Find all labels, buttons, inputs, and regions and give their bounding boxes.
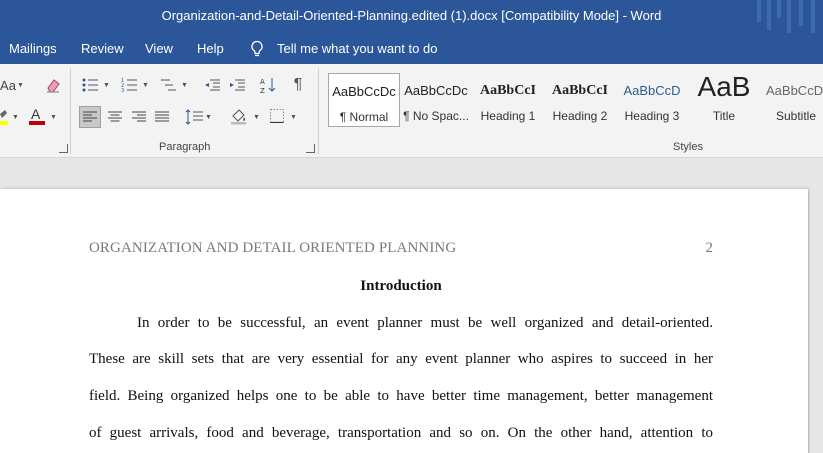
font-color-dropdown-icon[interactable]: ▼ xyxy=(50,114,57,121)
line-spacing-icon[interactable] xyxy=(184,107,204,127)
style-heading-2[interactable]: AaBbCcI Heading 2 xyxy=(544,73,616,127)
tab-review[interactable]: Review xyxy=(81,41,124,56)
increase-indent-icon[interactable] xyxy=(228,76,246,94)
font-color-icon[interactable]: A xyxy=(28,106,46,126)
style-heading-3[interactable]: AaBbCcD Heading 3 xyxy=(616,73,688,127)
font-dialog-launcher-icon[interactable] xyxy=(59,144,68,153)
sort-icon[interactable]: AZ xyxy=(259,75,277,95)
group-separator xyxy=(70,68,71,154)
tab-view[interactable]: View xyxy=(145,41,173,56)
decrease-indent-icon[interactable] xyxy=(203,76,221,94)
justify-button[interactable] xyxy=(153,107,171,127)
shading-icon[interactable] xyxy=(229,106,249,126)
paragraph-line[interactable]: field. Being organized helps one to be a… xyxy=(89,388,713,405)
style-preview: AaBbCcDc xyxy=(404,83,468,98)
lightbulb-icon[interactable] xyxy=(250,40,264,58)
align-left-button[interactable] xyxy=(79,106,101,128)
ribbon-tabs: Mailings Review View Help Tell me what y… xyxy=(0,33,823,64)
styles-group-label: Styles xyxy=(673,141,703,153)
style-name: Heading 1 xyxy=(480,109,536,123)
paragraph-dialog-launcher-icon[interactable] xyxy=(306,144,315,153)
style-preview: AaBbCcI xyxy=(479,83,536,98)
tab-help[interactable]: Help xyxy=(197,41,224,56)
style-heading-1[interactable]: AaBbCcI Heading 1 xyxy=(472,73,544,127)
style-preview: AaBbCcDc xyxy=(332,84,396,99)
numbering-dropdown-icon[interactable]: ▼ xyxy=(142,82,149,89)
change-case-dropdown-icon[interactable]: ▼ xyxy=(17,82,24,89)
numbering-icon[interactable]: 123 xyxy=(120,76,138,94)
style-name: ¶ Normal xyxy=(339,110,389,124)
show-formatting-marks-icon[interactable]: ¶ xyxy=(290,76,306,94)
running-head[interactable]: ORGANIZATION AND DETAIL ORIENTED PLANNIN… xyxy=(89,240,456,257)
svg-text:3: 3 xyxy=(121,88,124,92)
paragraph-line[interactable]: of guest arrivals, food and beverage, tr… xyxy=(89,425,713,442)
multilevel-dropdown-icon[interactable]: ▼ xyxy=(181,82,188,89)
borders-dropdown-icon[interactable]: ▼ xyxy=(290,114,297,121)
borders-icon[interactable] xyxy=(268,107,286,125)
svg-text:Z: Z xyxy=(260,87,265,94)
style-name: Title xyxy=(712,109,736,123)
window-title: Organization-and-Detail-Oriented-Plannin… xyxy=(161,8,662,23)
tab-mailings[interactable]: Mailings xyxy=(9,41,57,56)
style-title[interactable]: AaB Title xyxy=(688,71,760,127)
vertical-scrollbar[interactable] xyxy=(810,158,823,453)
bullets-dropdown-icon[interactable]: ▼ xyxy=(103,82,110,89)
align-right-button[interactable] xyxy=(130,107,148,127)
svg-text:A: A xyxy=(31,106,41,122)
clear-formatting-icon[interactable] xyxy=(44,76,62,94)
change-case-button[interactable]: Aa xyxy=(0,77,16,93)
document-page[interactable]: ORGANIZATION AND DETAIL ORIENTED PLANNIN… xyxy=(0,189,808,453)
multilevel-list-icon[interactable] xyxy=(160,76,178,94)
page-number[interactable]: 2 xyxy=(700,240,714,257)
svg-text:A: A xyxy=(260,78,265,86)
style-preview: AaBbCcD xyxy=(766,83,823,98)
shading-dropdown-icon[interactable]: ▼ xyxy=(253,114,260,121)
highlight-color-icon[interactable] xyxy=(0,108,8,126)
style-preview: AaBbCcD xyxy=(623,83,681,98)
paragraph-line[interactable]: In order to be successful, an event plan… xyxy=(89,315,713,332)
titlebar-decoration xyxy=(753,0,823,33)
line-spacing-dropdown-icon[interactable]: ▼ xyxy=(205,114,212,121)
paragraph-group-label: Paragraph xyxy=(159,141,211,153)
style-name: Heading 2 xyxy=(552,109,608,123)
title-bar: Organization-and-Detail-Oriented-Plannin… xyxy=(0,0,823,33)
align-center-button[interactable] xyxy=(106,107,124,127)
bullets-icon[interactable] xyxy=(81,76,99,94)
style-name: ¶ No Spac... xyxy=(403,109,469,123)
document-canvas[interactable]: ORGANIZATION AND DETAIL ORIENTED PLANNIN… xyxy=(0,158,823,453)
style-preview: AaB xyxy=(697,71,751,102)
highlight-dropdown-icon[interactable]: ▼ xyxy=(12,114,19,121)
paragraph-line[interactable]: These are skill sets that are very essen… xyxy=(89,351,713,368)
style-normal[interactable]: AaBbCcDc ¶ Normal xyxy=(328,73,400,127)
style-subtitle[interactable]: AaBbCcD Subtitle xyxy=(760,73,823,127)
style-preview: AaBbCcI xyxy=(551,83,608,98)
introduction-heading[interactable]: Introduction xyxy=(89,278,713,295)
style-no-spacing[interactable]: AaBbCcDc ¶ No Spac... xyxy=(400,73,472,127)
tell-me-search[interactable]: Tell me what you want to do xyxy=(277,41,437,56)
style-name: Heading 3 xyxy=(624,109,680,123)
group-separator xyxy=(318,68,319,154)
ribbon: Aa ▼ ▼ A ▼ ▼ 123 ▼ ▼ AZ ¶ ▼ ▼ ▼ Paragrap… xyxy=(0,64,823,158)
style-name: Subtitle xyxy=(776,109,817,123)
